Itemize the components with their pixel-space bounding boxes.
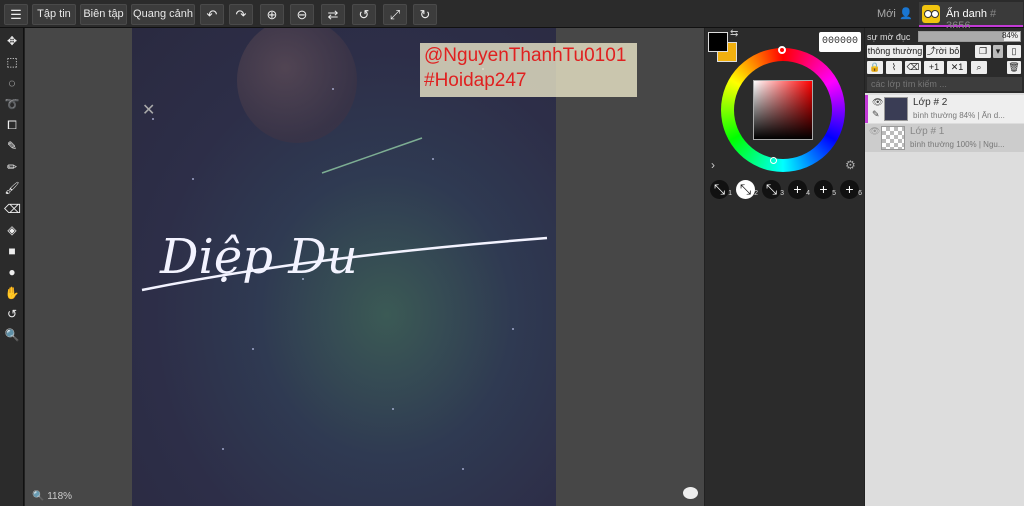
gear-icon[interactable]: ⚙ (845, 158, 856, 172)
hue-wheel[interactable] (721, 46, 845, 172)
zoom-in-icon[interactable]: ⊕ (260, 4, 284, 25)
flip-icon[interactable]: ⇄ (321, 4, 345, 25)
sv-handle[interactable] (770, 157, 777, 164)
watermark: @NguyenThanhTu0101 #Hoidap247 (420, 43, 637, 97)
eraser-layer-icon[interactable]: ⌫ (905, 61, 921, 74)
rotate-view-icon[interactable]: ↺ (4, 306, 20, 322)
transform-icon[interactable]: ⧠ (4, 117, 20, 133)
rectangle-icon[interactable]: ■ (4, 243, 20, 259)
lock-icon[interactable]: 🔒 (867, 61, 883, 74)
new-layer-icon[interactable]: ▯ (1007, 45, 1021, 58)
workspace[interactable]: Diệp Du ✕ (25, 28, 704, 506)
layer-search-input[interactable] (867, 77, 1022, 91)
discard-button[interactable]: ⤴rời bỏ (926, 45, 960, 58)
undo-icon[interactable]: ↶ (200, 4, 224, 25)
swap-colors-icon[interactable]: ⇆ (730, 28, 738, 39)
hex-input[interactable]: 000000 (819, 32, 861, 52)
canvas-artwork[interactable]: Diệp Du (132, 28, 556, 506)
move-tool-icon[interactable]: ✥ (4, 33, 20, 49)
layer-meta: bình thường 100% | Ngu... (910, 140, 1005, 149)
dropdown-icon[interactable]: ▾ (993, 45, 1003, 58)
hue-handle[interactable] (778, 46, 786, 54)
chevron-right-icon[interactable]: › (711, 158, 715, 172)
layer-name: Lớp # 1 (910, 126, 945, 137)
lasso-icon[interactable]: ➰ (4, 96, 20, 112)
merge-down-icon[interactable]: +1 (924, 61, 944, 74)
user-account[interactable]: Ẩn danh # 3656 (919, 2, 1023, 32)
layer-row-1[interactable]: 👁 Lớp # 1 bình thường 100% | Ngu... (865, 124, 1024, 152)
top-bar: ☰ Tập tin Biên tập Quang cảnh ↶ ↷ ⊕ ⊖ ⇄ … (0, 0, 1024, 32)
pencil-icon: ✎ (872, 109, 880, 119)
brush-icon[interactable]: 🖌 (4, 180, 20, 196)
eye-icon[interactable]: 👁 (872, 97, 883, 108)
layer-thumbnail (884, 97, 908, 121)
zoom-out-icon[interactable]: ⊖ (290, 4, 314, 25)
redo-icon[interactable]: ↷ (229, 4, 253, 25)
signature-graphic: Diệp Du (141, 137, 548, 292)
clear-layer-icon[interactable]: ✕1 (947, 61, 967, 74)
zoom-level: 🔍 118% (32, 491, 73, 502)
zoom-value: 118% (47, 491, 73, 502)
brush-preset-3[interactable]: ⤡ 3 (762, 180, 784, 199)
opacity-fill (919, 32, 1004, 41)
file-menu-button[interactable]: Tập tin (32, 4, 76, 25)
pencil-icon[interactable]: ✏ (4, 159, 20, 175)
saturation-value-square[interactable] (753, 80, 813, 164)
brush-preset-4[interactable]: +4 (788, 180, 810, 199)
watermark-line-2: #Hoidap247 (424, 70, 527, 91)
tool-bar: ✥ ⬚ ◌ ➰ ⧠ ✎ ✏ 🖌 ⌫ ◈ ■ ● ✋ ↺ 🔍 (0, 28, 24, 506)
eye-icon[interactable]: 👁 (869, 126, 880, 137)
user-name: Ẩn danh (946, 8, 987, 20)
fill-bucket-icon[interactable]: ◈ (4, 222, 20, 238)
brush-lock-icon[interactable]: ⌇ (886, 61, 902, 74)
foreground-color[interactable] (708, 32, 728, 52)
chat-icon[interactable] (683, 487, 698, 499)
trash-icon[interactable]: 🗑 (1007, 61, 1021, 74)
hand-icon[interactable]: ✋ (4, 285, 20, 301)
rect-select-icon[interactable]: ⬚ (4, 54, 20, 70)
close-icon[interactable]: ✕ (142, 100, 155, 120)
search-icon[interactable]: ⌕ (971, 61, 987, 74)
brush-preset-5[interactable]: +5 (814, 180, 836, 199)
rotate-left-icon[interactable]: ↺ (352, 4, 376, 25)
duplicate-icon[interactable]: ❐ (975, 45, 991, 58)
new-label[interactable]: Mới (877, 8, 896, 20)
brush-preset-1[interactable]: ⤡ 1 (710, 180, 732, 199)
blend-mode-select[interactable]: thông thường ▾ (867, 45, 923, 69)
brush-preset-6[interactable]: +6 (840, 180, 862, 199)
hamburger-icon[interactable]: ☰ (4, 4, 28, 25)
avatar (922, 5, 940, 23)
opacity-label: sự mờ đục (867, 32, 911, 42)
signature-text: Diệp Du (159, 229, 358, 285)
opacity-slider[interactable]: 84% (918, 31, 1021, 42)
eyedropper-icon[interactable]: ✎ (4, 138, 20, 154)
layer-row-2[interactable]: 👁 ✎ Lớp # 2 bình thường 84% | Ẩn d... (865, 95, 1024, 123)
zoom-icon[interactable]: 🔍 (4, 327, 20, 343)
opacity-value: 84% (1001, 31, 1018, 40)
rotate-right-icon[interactable]: ↻ (413, 4, 437, 25)
add-user-icon[interactable]: 👤 (899, 7, 913, 20)
layers-panel: sự mờ đục 84% thông thường ▾ ⤴rời bỏ ❐ ▾… (865, 28, 1024, 506)
color-panel: ⇆ 000000 › ⚙ ⤡ 1 ⤡ 2 ⤡ 3 +4 +5 +6 (705, 28, 864, 506)
layer-name: Lớp # 2 (913, 97, 948, 108)
layer-thumbnail (881, 126, 905, 150)
view-menu-button[interactable]: Quang cảnh (131, 4, 195, 25)
eraser-icon[interactable]: ⌫ (4, 201, 21, 217)
brush-preset-2[interactable]: ⤡ 2 (736, 180, 758, 199)
edit-menu-button[interactable]: Biên tập (80, 4, 127, 25)
ellipse-select-icon[interactable]: ◌ (4, 75, 20, 91)
layer-meta: bình thường 84% | Ẩn d... (913, 111, 1005, 120)
watermark-line-1: @NguyenThanhTu0101 (424, 45, 627, 66)
circle-icon[interactable]: ● (4, 264, 20, 280)
fit-screen-icon[interactable]: ⤢ (383, 4, 407, 25)
